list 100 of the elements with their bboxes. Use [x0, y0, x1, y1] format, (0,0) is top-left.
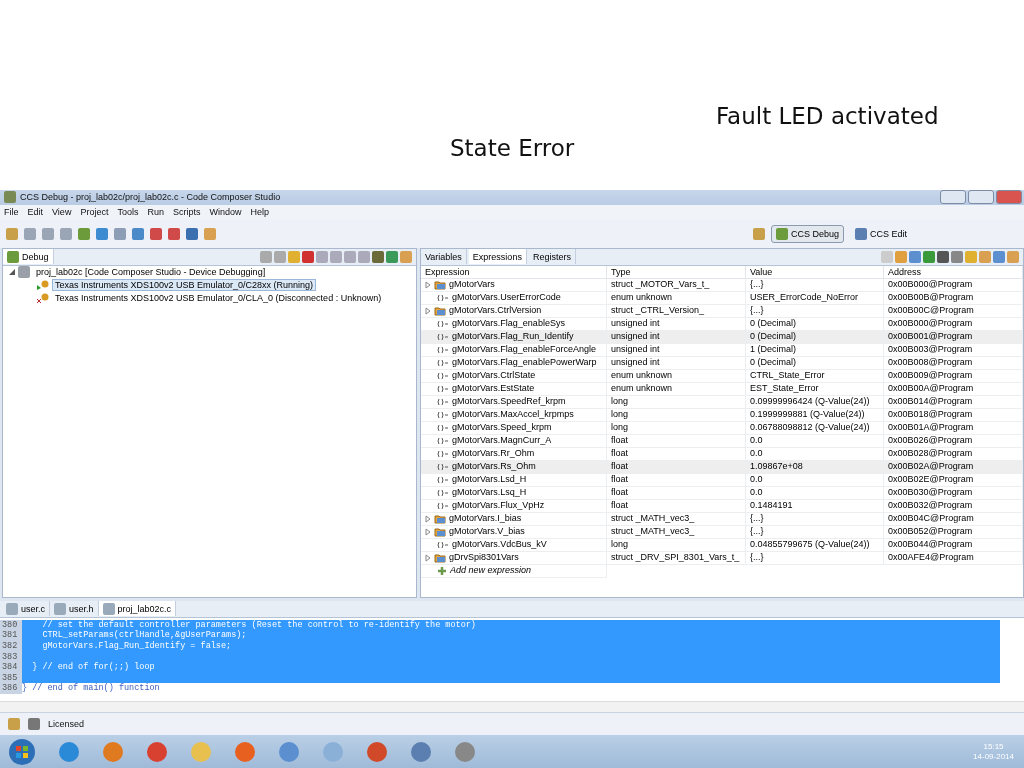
code-line: CTRL_setParams(ctrlHandle,&gUserParams);: [41, 630, 247, 641]
expand-arrow-icon[interactable]: [425, 553, 431, 562]
folder-icon: [434, 513, 446, 524]
annotation-text: State Error: [450, 134, 575, 163]
taskbar-app-icon[interactable]: [278, 740, 300, 763]
variable-icon: [437, 540, 449, 549]
debug-tab[interactable]: Debug: [3, 249, 54, 265]
panel-tab[interactable]: Variables: [421, 249, 467, 265]
restore-button[interactable]: [968, 190, 994, 205]
tree-item[interactable]: Texas Instruments XDS100v2 USB Emulator_0/CLA_0 (Disconnected : Unknown): [52, 292, 385, 305]
editor-tab[interactable]: user.h: [50, 601, 99, 617]
disconnected-target-icon: [37, 293, 49, 304]
plus-icon: [437, 565, 447, 576]
editor-tab[interactable]: proj_lab02c.c: [98, 601, 177, 617]
menu-item[interactable]: Tools: [117, 207, 139, 218]
perspective-button[interactable]: CCS Debug: [770, 224, 844, 243]
taskbar-app-icon[interactable]: [102, 740, 124, 763]
variable-icon: [437, 501, 449, 510]
folder-icon: [434, 552, 446, 563]
menu-item[interactable]: File: [4, 207, 19, 218]
menu-item[interactable]: Scripts: [172, 207, 201, 218]
clock-date: 14-09-2014: [973, 751, 1014, 762]
tree-item[interactable]: proj_lab02c [Code Composer Studio - Device Debugging]: [33, 266, 269, 279]
line-number: 382: [0, 640, 22, 652]
variable-icon: [437, 371, 449, 380]
column-header[interactable]: Expression: [421, 265, 607, 279]
tool-icon[interactable]: [923, 250, 935, 263]
expand-arrow-icon[interactable]: [425, 280, 431, 289]
folder-icon: [434, 526, 446, 537]
perspective-icon: [775, 227, 788, 240]
tool-icon[interactable]: [186, 227, 198, 240]
tool-icon[interactable]: [372, 250, 384, 263]
column-header[interactable]: Value: [746, 265, 884, 279]
file-icon: [102, 602, 115, 615]
taskbar-app-icon[interactable]: [234, 740, 256, 763]
variable-icon: [437, 436, 449, 445]
panel-tab[interactable]: Registers: [528, 249, 576, 265]
app-icon: [4, 191, 16, 204]
menu-item[interactable]: View: [52, 207, 72, 218]
tool-icon[interactable]: [386, 250, 398, 263]
line-number: 384: [0, 662, 22, 673]
menu-item[interactable]: Project: [80, 207, 109, 218]
variable-icon: [437, 332, 449, 341]
tool-icon[interactable]: [78, 227, 90, 240]
tool-icon[interactable]: [150, 227, 162, 240]
taskbar-app-icon[interactable]: [410, 740, 432, 763]
menu-item[interactable]: Window: [209, 207, 242, 218]
taskbar-app-icon[interactable]: [454, 740, 476, 763]
perspective-icon: [855, 227, 867, 240]
tool-icon[interactable]: [909, 250, 921, 263]
column-header[interactable]: Address: [884, 265, 1023, 279]
code-line: gMotorVars.Flag_Run_Identify = false;: [41, 640, 232, 652]
line-number: 383: [0, 651, 22, 663]
running-target-icon: [37, 280, 49, 291]
tool-icon[interactable]: [96, 227, 108, 240]
taskbar-app-icon[interactable]: [366, 740, 388, 763]
expand-arrow-icon[interactable]: [425, 306, 431, 315]
horizontal-scrollbar[interactable]: [0, 701, 1024, 713]
variable-icon: [437, 423, 449, 432]
open-perspective-icon[interactable]: [752, 227, 765, 240]
file-icon: [6, 602, 18, 615]
minimize-button[interactable]: [940, 190, 966, 205]
close-button[interactable]: [996, 190, 1022, 205]
taskbar-app-icon[interactable]: [58, 740, 80, 763]
line-number: 380: [0, 619, 22, 631]
folder-icon: [434, 279, 446, 290]
taskbar-app-icon[interactable]: [146, 740, 168, 763]
variable-icon: [437, 488, 449, 497]
variable-icon: [437, 345, 449, 354]
variable-icon: [437, 319, 449, 328]
collapse-arrow-icon[interactable]: [9, 269, 15, 276]
tool-icon[interactable]: [132, 227, 144, 240]
taskbar-app-icon[interactable]: [322, 740, 344, 763]
tool-icon[interactable]: [28, 718, 40, 731]
panel-tab[interactable]: Expressions: [468, 249, 527, 265]
variable-icon: [437, 410, 449, 419]
clock-time: 15:15: [983, 741, 1004, 752]
start-button[interactable]: [8, 737, 36, 766]
tool-icon[interactable]: [302, 250, 314, 263]
variable-icon: [437, 462, 449, 471]
tree-item[interactable]: Texas Instruments XDS100v2 USB Emulator_0/C28xx (Running): [52, 279, 317, 292]
menu-item[interactable]: Edit: [27, 207, 44, 218]
code-line: } // end of for(;;) loop: [31, 662, 155, 673]
tool-icon[interactable]: [937, 250, 949, 263]
tool-icon[interactable]: [993, 250, 1005, 263]
perspective-button[interactable]: CCS Edit: [850, 224, 912, 243]
tool-icon[interactable]: [951, 250, 963, 263]
menu-item[interactable]: Help: [250, 207, 269, 218]
column-header[interactable]: Type: [607, 265, 746, 279]
code-line: } // end of main() function: [22, 683, 160, 694]
variable-icon: [437, 293, 449, 302]
variable-icon: [437, 358, 449, 367]
folder-icon: [434, 305, 446, 316]
project-icon: [18, 266, 30, 279]
tool-icon[interactable]: [168, 227, 180, 240]
editor-tab[interactable]: user.c: [2, 601, 50, 617]
menu-item[interactable]: Run: [147, 207, 164, 218]
line-number: 381: [0, 630, 22, 641]
variable-icon: [437, 384, 449, 393]
variable-icon: [437, 449, 449, 458]
